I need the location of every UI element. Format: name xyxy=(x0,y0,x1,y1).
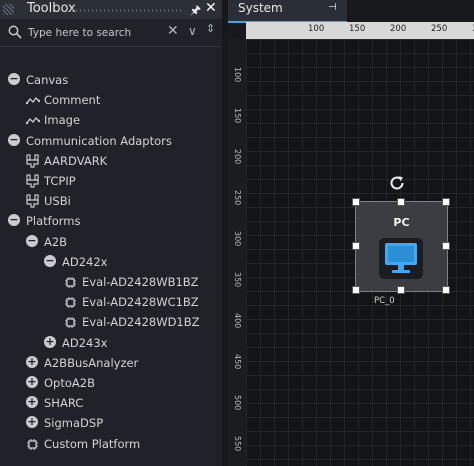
node-instance-label: PC_0 xyxy=(374,296,395,306)
vertical-ruler: 100 150 200 250 300 350 400 450 500 550 xyxy=(228,39,246,466)
plus-circle-icon[interactable]: + xyxy=(44,335,57,349)
ruler-tick-label: 300 xyxy=(233,231,242,247)
tree-item-label: Platforms xyxy=(26,214,81,229)
toolbox-titlebar[interactable]: Toolbox 🖈 ✕ xyxy=(0,0,222,19)
tree-item-label: A2BBusAnalyzer xyxy=(44,355,139,370)
ruler-tick-label: 200 xyxy=(390,24,407,34)
design-canvas[interactable]: PC PC_0 xyxy=(246,39,474,466)
chip-icon xyxy=(64,275,77,288)
minus-circle-icon[interactable]: − xyxy=(44,254,57,268)
tree-item-label: Eval-AD2428WD1BZ xyxy=(82,315,200,330)
resize-handle-n[interactable] xyxy=(397,198,405,206)
titlebar-dots xyxy=(72,9,182,12)
tree-item-label: TCPIP xyxy=(44,174,76,188)
rotate-icon[interactable] xyxy=(387,173,407,193)
resize-handle-nw[interactable] xyxy=(352,198,360,206)
image-wave-icon xyxy=(25,113,41,126)
tree-item-label: Canvas xyxy=(26,73,69,87)
resize-handle-sw[interactable] xyxy=(352,286,360,294)
plus-circle-icon[interactable]: + xyxy=(26,376,39,389)
toolbox-panel: Toolbox 🖈 ✕ ✕ ∨ ⇕ −CanvasCommentImage−Co… xyxy=(0,0,222,466)
ruler-tick-label: 500 xyxy=(233,395,242,411)
search-bar: ✕ ∨ ⇕ xyxy=(0,22,222,44)
drag-grip-icon[interactable] xyxy=(3,4,14,15)
plus-circle-icon[interactable]: + xyxy=(26,396,39,409)
expand-collapse-icon[interactable]: ⇕ xyxy=(206,22,215,35)
ruler-tick-label: 100 xyxy=(308,24,325,34)
pin-icon[interactable]: ⊣ xyxy=(328,2,337,13)
resize-handle-s[interactable] xyxy=(397,286,405,294)
tree-item-label: SigmaDSP xyxy=(44,416,104,431)
usb-plug-icon xyxy=(26,154,39,168)
clear-search-icon[interactable]: ✕ xyxy=(167,23,179,39)
comment-wave-icon xyxy=(25,93,41,106)
tree-item-label: OptoA2B xyxy=(44,376,95,390)
pin-icon[interactable]: 🖈 xyxy=(190,1,201,22)
ruler-tick-label: 150 xyxy=(233,108,242,124)
ruler-tick-label: 250 xyxy=(233,190,242,206)
node-title: PC xyxy=(393,216,410,229)
tree-item-label: Communication Adaptors xyxy=(26,133,172,148)
plus-circle-icon[interactable]: + xyxy=(26,416,39,429)
minus-circle-icon[interactable]: − xyxy=(8,133,21,147)
tab-label: System xyxy=(238,1,283,15)
ruler-tick-label: 150 xyxy=(349,24,366,34)
search-icon xyxy=(8,25,22,39)
system-document: System ⊣ 100 150 200 250 300 100 150 200 250 300… xyxy=(228,0,474,466)
chip-icon xyxy=(64,295,77,309)
usb-plug-icon xyxy=(26,174,39,188)
usb-plug-icon xyxy=(26,194,39,208)
tree-item-label: Image xyxy=(44,113,81,128)
tree-item-label: A2B xyxy=(44,234,68,249)
tree-item-label: AD243x xyxy=(62,335,108,350)
tree-item-label: Comment xyxy=(44,93,101,108)
pc-node[interactable]: PC xyxy=(352,198,450,294)
chip-icon xyxy=(26,437,39,450)
divider xyxy=(0,46,222,47)
horizontal-ruler: 100150200250300 xyxy=(246,22,474,39)
resize-handle-ne[interactable] xyxy=(442,198,450,206)
minus-circle-icon[interactable]: − xyxy=(8,214,21,227)
chip-icon xyxy=(64,315,77,329)
close-icon[interactable]: ✕ xyxy=(205,0,217,16)
resize-handle-se[interactable] xyxy=(442,286,450,294)
ruler-tick-label: 250 xyxy=(431,24,448,34)
ruler-tick-label: 400 xyxy=(233,313,242,329)
toolbox-title: Toolbox xyxy=(27,1,76,16)
tree-item-label: USBi xyxy=(44,194,71,209)
plus-circle-icon[interactable]: + xyxy=(26,355,39,369)
ruler-tick-label: 100 xyxy=(233,67,242,83)
tree-item-label: AD242x xyxy=(62,254,108,269)
tree-item-label: AARDVARK xyxy=(44,153,108,168)
tree-item-label: Custom Platform xyxy=(44,436,141,451)
resize-handle-e[interactable] xyxy=(442,242,450,250)
resize-handle-w[interactable] xyxy=(352,242,360,250)
tab-system[interactable]: System ⊣ xyxy=(228,0,347,23)
tree-item-label: Eval-AD2428WC1BZ xyxy=(82,295,199,310)
tree-item-label: SHARC xyxy=(44,396,84,411)
ruler-tick-label: 450 xyxy=(233,354,242,370)
minus-circle-icon[interactable]: − xyxy=(8,73,21,86)
search-input[interactable] xyxy=(28,24,163,42)
ruler-tick-label: 350 xyxy=(233,272,242,288)
ruler-tick-label: 200 xyxy=(233,149,242,165)
monitor-icon xyxy=(379,238,423,279)
minus-circle-icon[interactable]: − xyxy=(26,234,39,248)
tree-item-label: Eval-AD2428WB1BZ xyxy=(82,275,199,289)
filter-down-icon[interactable]: ∨ xyxy=(188,24,197,38)
ruler-tick-label: 550 xyxy=(233,436,242,452)
